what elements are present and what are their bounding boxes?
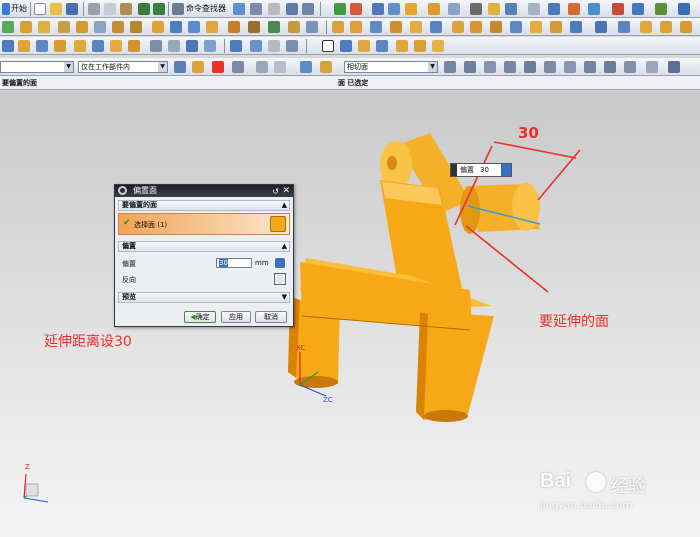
collapse-icon[interactable]: ▲: [282, 242, 287, 251]
gear-icon[interactable]: [118, 186, 127, 195]
offset-unit: mm: [255, 259, 269, 267]
part-left-prong: [296, 300, 340, 384]
part-boss-hole: [387, 156, 397, 170]
dialog-title-bar: 偏置面 ↺ ✕: [115, 185, 293, 197]
part-right-prong: [424, 312, 494, 420]
xc-label: XC: [296, 344, 306, 352]
extend-distance-annotation: 延伸距离设30: [44, 334, 132, 350]
reset-icon[interactable]: ↺: [272, 186, 279, 198]
watermark-brand: Bai: [540, 470, 572, 492]
onscreen-grip-icon: [451, 164, 457, 176]
section-faces-header[interactable]: 要偏置的面 ▲: [118, 200, 290, 211]
annotation-dim-line: [493, 141, 577, 159]
section-faces-label: 要偏置的面: [122, 201, 157, 209]
reverse-direction-icon[interactable]: [274, 273, 286, 285]
model-canvas: [23, 133, 581, 503]
offset-value-input[interactable]: 30: [216, 258, 252, 268]
zc-label: ZC: [323, 396, 333, 404]
extend-face-annotation: 要延伸的面: [539, 314, 609, 330]
section-preview-header[interactable]: 预览 ▼: [118, 292, 290, 303]
offset-label: 偏置: [122, 260, 136, 268]
face-select-icon[interactable]: [270, 216, 286, 232]
reverse-label: 反向: [122, 276, 136, 284]
abs-z-label: Z: [25, 463, 30, 471]
section-offset-label: 偏置: [122, 242, 136, 250]
part-prong-end-right: [424, 410, 468, 422]
dimension-annotation: 30: [518, 124, 539, 142]
annotation-arrow-face: [465, 225, 549, 293]
select-face-row[interactable]: ✔ 选择面 (1): [118, 213, 290, 235]
apply-button[interactable]: 应用: [221, 311, 251, 323]
checkmark-icon: ✔: [123, 218, 131, 228]
dialog-title: 偏置面: [133, 186, 157, 195]
watermark-url: jingyan.baidu.com: [540, 500, 633, 511]
offset-value: 30: [219, 259, 228, 267]
watermark: Bai 经验 jingyan.baidu.com: [540, 470, 690, 520]
cancel-button[interactable]: 取消: [255, 311, 287, 323]
ok-label: 确定: [195, 313, 210, 321]
close-icon[interactable]: ✕: [282, 185, 290, 197]
offset-face-dialog: 偏置面 ↺ ✕ 要偏置的面 ▲ ✔ 选择面 (1) 偏置 ▲ 偏置 30 mm 反向…: [114, 184, 294, 327]
onscreen-input-box[interactable]: 偏置 30: [450, 163, 512, 177]
onscreen-value[interactable]: 30: [480, 164, 489, 176]
offset-menu-icon[interactable]: [275, 258, 285, 268]
expand-icon[interactable]: ▼: [282, 293, 287, 302]
abs-x-axis: [23, 497, 49, 503]
abs-csys-cube: [25, 483, 39, 497]
onscreen-label: 偏置: [460, 166, 474, 174]
spin-down-icon[interactable]: [501, 164, 511, 176]
part-selected-face: [512, 183, 540, 231]
watermark-brand2: 经验: [610, 476, 646, 497]
ok-button[interactable]: ◀确定: [184, 311, 216, 323]
select-face-label: 选择面 (1): [134, 221, 168, 229]
collapse-icon[interactable]: ▲: [282, 201, 287, 210]
paw-icon: [586, 472, 606, 492]
section-preview-label: 预览: [122, 293, 136, 301]
section-offset-header[interactable]: 偏置 ▲: [118, 241, 290, 252]
